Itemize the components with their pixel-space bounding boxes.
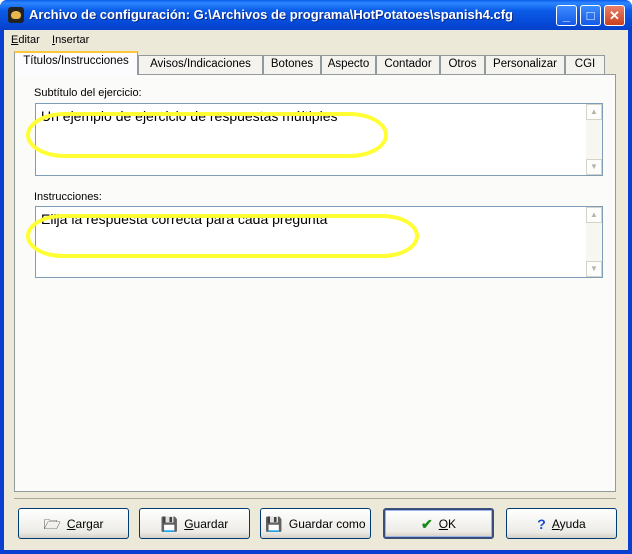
menu-insertar[interactable]: Insertar [52,34,89,46]
tab-avisos-indicaciones[interactable]: Avisos/Indicaciones [138,55,263,74]
scroll-down-icon[interactable]: ▼ [586,159,602,175]
button-divider [14,498,616,499]
subtitle-scrollbar[interactable]: ▲ ▼ [586,104,602,175]
minimize-button[interactable]: _ [556,5,577,26]
save-button[interactable]: 💾 Guardar [139,508,250,539]
app-potato-icon[interactable] [8,7,24,23]
config-window: Archivo de configuración: G:\Archivos de… [0,0,632,554]
question-icon: ? [537,515,546,532]
client-area: Editar Insertar Títulos/Instrucciones Av… [4,30,628,550]
close-button[interactable]: ✕ [604,5,625,26]
menu-editar[interactable]: Editar [11,34,40,46]
ok-label: OK [438,516,457,531]
title-bar[interactable]: Archivo de configuración: G:\Archivos de… [0,0,632,30]
save-label: Guardar [184,516,229,531]
tab-aspecto[interactable]: Aspecto [321,55,376,74]
instructions-label: Instrucciones: [34,191,102,203]
window-title: Archivo de configuración: G:\Archivos de… [29,7,513,22]
subtitle-highlight-ellipse [26,112,388,158]
ok-button[interactable]: ✔ OK [383,508,494,539]
scroll-up-icon[interactable]: ▲ [586,104,602,120]
tab-contador[interactable]: Contador [376,55,440,74]
tab-otros[interactable]: Otros [440,55,485,74]
save-as-button[interactable]: 💾 Guardar como [260,508,371,539]
load-label: Cargar [66,516,104,531]
load-button[interactable]: 🗁 Cargar [18,508,129,539]
checkmark-icon: ✔ [420,515,433,532]
scroll-down-icon[interactable]: ▼ [586,261,602,277]
instructions-highlight-ellipse [26,214,419,258]
floppy-icon: 💾 [160,515,179,532]
tab-titulos-instrucciones[interactable]: Títulos/Instrucciones [14,51,138,75]
tab-personalizar[interactable]: Personalizar [485,55,565,74]
menu-bar: Editar Insertar [4,30,628,49]
instructions-scrollbar[interactable]: ▲ ▼ [586,207,602,277]
floppy-icon: 💾 [265,515,283,532]
save-as-label: Guardar como [288,516,366,531]
help-button[interactable]: ? Ayuda [506,508,617,539]
folder-icon: 🗁 [43,515,61,532]
maximize-button[interactable]: □ [580,5,601,26]
help-label: Ayuda [551,516,586,531]
tab-botones[interactable]: Botones [263,55,321,74]
scroll-up-icon[interactable]: ▲ [586,207,602,223]
subtitle-label: Subtítulo del ejercicio: [34,87,142,99]
tab-cgi[interactable]: CGI [565,55,605,74]
